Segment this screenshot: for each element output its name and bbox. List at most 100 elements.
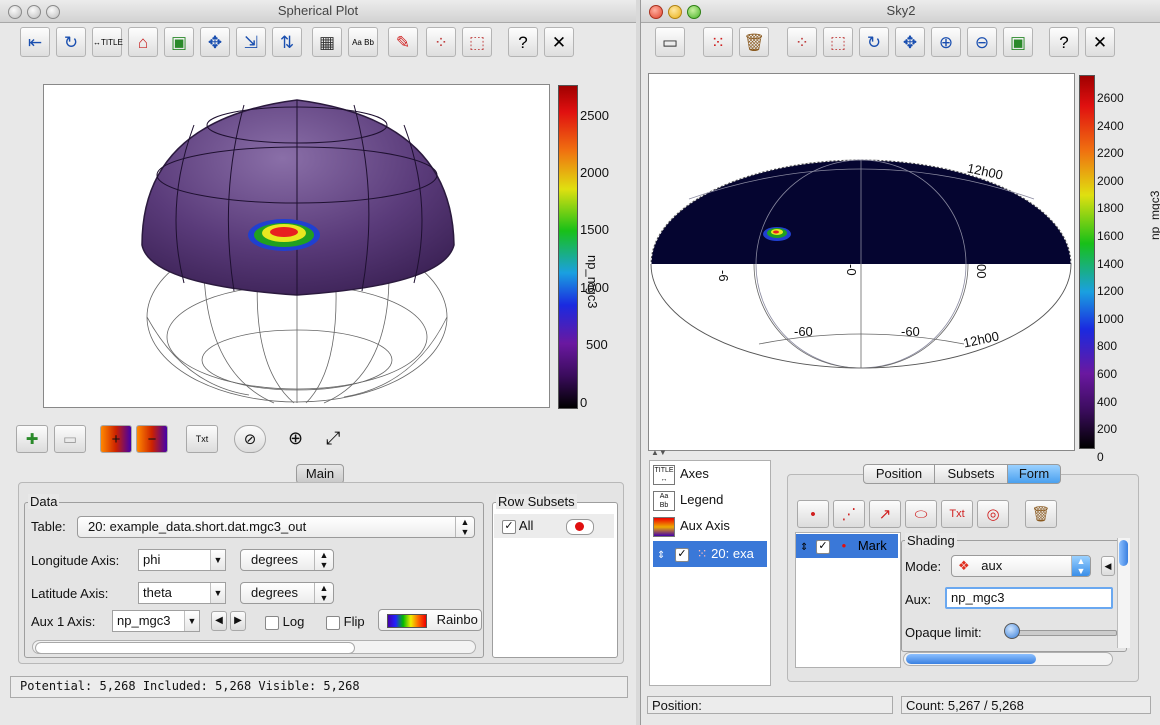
window-title: Sky2 <box>886 3 916 18</box>
tab-subsets[interactable]: Subsets <box>934 464 1008 484</box>
remove-aux-button[interactable]: − <box>136 425 168 453</box>
sphere-plot-area[interactable] <box>43 84 550 408</box>
subset-blob-icon[interactable]: ⁘ <box>787 27 817 57</box>
opaque-limit-slider[interactable] <box>1007 630 1117 636</box>
text-form-button[interactable]: Txt <box>941 500 973 528</box>
add-aux-button[interactable]: + <box>100 425 132 453</box>
sidebar-item-aux-axis[interactable]: Aux Axis <box>653 514 730 538</box>
longitude-combo[interactable]: phi ▼ <box>138 549 226 571</box>
zoom-out-icon[interactable]: ⊖ <box>967 27 997 57</box>
slider-thumb[interactable] <box>1004 623 1020 639</box>
layer-row-selected[interactable]: ⇕ ✓ ⁙ 20: exa <box>653 541 767 567</box>
measure-icon[interactable]: ⤢ <box>326 428 340 449</box>
subset-row-all[interactable]: ✓ All <box>494 514 614 538</box>
add-layer-button[interactable]: ✚ <box>16 425 48 453</box>
close-icon[interactable]: ✕ <box>544 27 574 57</box>
crosshair-icon[interactable]: ⊕ <box>288 428 303 449</box>
image-export-icon[interactable]: ▣ <box>164 27 194 57</box>
text-layer-button[interactable]: Txt <box>186 425 218 453</box>
scroll-thumb[interactable] <box>1119 540 1128 566</box>
mode-prev-button[interactable]: ◀ <box>1101 556 1115 576</box>
line-points-form-button[interactable]: ⋰ <box>833 500 865 528</box>
replot-icon[interactable]: ↻ <box>56 27 86 57</box>
subset-blob-icon[interactable]: ⁘ <box>426 27 456 57</box>
sky-plot-window: Sky2 ▭ ⁙ 🗑 ⁘ ⬚ ↻ ✥ ⊕ ⊖ ▣ ? ✕ 12h00 -60 -… <box>640 0 1160 725</box>
latitude-unit-select[interactable]: degrees ▲ ▼ <box>240 582 334 604</box>
log-checkbox[interactable]: Log <box>265 614 304 630</box>
close-window-button[interactable] <box>649 5 663 19</box>
colorbar-tick: 2600 <box>1097 91 1124 105</box>
remove-layer-button[interactable]: ▭ <box>54 425 86 453</box>
vector-form-button[interactable]: ↗ <box>869 500 901 528</box>
red-pencil-icon[interactable]: ✎ <box>388 27 418 57</box>
help-icon[interactable]: ? <box>1049 27 1079 57</box>
window-title: Spherical Plot <box>277 3 359 18</box>
shader-select[interactable]: Rainbo <box>378 609 482 631</box>
minimize-window-button[interactable] <box>668 5 682 19</box>
scatter-icon[interactable]: ⁙ <box>703 27 733 57</box>
aux-axis-combo[interactable]: np_mgc3 ▼ <box>112 610 200 632</box>
axis-label-mid-right: 00 <box>974 264 989 279</box>
red-dot-icon <box>575 522 584 531</box>
image-export-icon[interactable]: ▣ <box>1003 27 1033 57</box>
replot-icon[interactable]: ↻ <box>859 27 889 57</box>
axis-label-mid-center: -0 <box>844 264 859 276</box>
form-hscrollbar[interactable] <box>903 652 1113 666</box>
mark-checkbox[interactable]: ✓ <box>816 539 831 554</box>
zoom-in-icon[interactable]: ⊕ <box>931 27 961 57</box>
ellipse-form-button[interactable]: ⬭ <box>905 500 937 528</box>
minimize-window-button[interactable] <box>27 5 41 19</box>
position-readout: Position: <box>647 696 893 714</box>
colorbar-tick: 0 <box>580 395 588 410</box>
aux-prev-button[interactable]: ◀ <box>211 611 227 631</box>
frame-icon[interactable]: ⇤ <box>20 27 50 57</box>
tab-main[interactable]: Main <box>296 464 344 484</box>
contour-form-button[interactable]: ◎ <box>977 500 1009 528</box>
axes-labels-icon[interactable]: Aa Bb <box>348 27 378 57</box>
sky-plot-area[interactable]: 12h00 -60 -60 12h00 -6 -0 00 <box>648 73 1075 451</box>
help-icon[interactable]: ? <box>508 27 538 57</box>
aux-axis-value: np_mgc3 <box>117 613 171 628</box>
navigate-icon[interactable]: ✥ <box>895 27 925 57</box>
pdf-export-icon[interactable]: ⌂ <box>128 27 158 57</box>
trash-icon[interactable]: 🗑 <box>739 27 769 57</box>
scroll-thumb[interactable] <box>906 654 1036 664</box>
trash-icon[interactable]: 🗑 <box>1025 500 1057 528</box>
grid-icon[interactable]: ▦ <box>312 27 342 57</box>
axis-zoom-icon[interactable]: ⇅ <box>272 27 302 57</box>
scroll-thumb[interactable] <box>35 642 355 654</box>
fit-layer-button[interactable]: ⊘ <box>234 425 266 453</box>
zoom-window-button[interactable] <box>46 5 60 19</box>
table-select[interactable]: 20: example_data.short.dat.mgc3_out ▲ ▼ <box>77 516 475 538</box>
tab-position[interactable]: Position <box>863 464 935 484</box>
data-hscrollbar[interactable] <box>32 640 476 654</box>
layer-checkbox[interactable]: ✓ <box>675 547 690 562</box>
subset-polygon-icon[interactable]: ⬚ <box>462 27 492 57</box>
mark-row[interactable]: ⇕ ✓ • Mark <box>796 534 898 558</box>
mode-select[interactable]: ❖ aux ▲ ▼ <box>951 555 1091 577</box>
aux-input[interactable]: np_mgc3 <box>945 587 1113 609</box>
latitude-combo[interactable]: theta ▼ <box>138 582 226 604</box>
flip-checkbox[interactable]: Flip <box>326 614 365 630</box>
sidebar-item-axes[interactable]: TITLE ↔ Axes <box>653 462 709 486</box>
all-checkbox[interactable]: ✓ <box>502 519 516 534</box>
window-icon[interactable]: ▭ <box>655 27 685 57</box>
navigate-icon[interactable]: ✥ <box>200 27 230 57</box>
axis-limits-icon[interactable]: ↔TITLE <box>92 27 123 57</box>
form-vscrollbar[interactable] <box>1117 538 1130 648</box>
dropdown-arrow-icon: ▼ <box>184 611 199 631</box>
axis-flip-icon[interactable]: ⇲ <box>236 27 266 57</box>
sidebar-item-legend[interactable]: Aa Bb Legend <box>653 488 723 512</box>
status-text: Potential: 5,268 Included: 5,268 Visible… <box>20 679 360 693</box>
mark-form-button[interactable]: • <box>797 500 829 528</box>
longitude-unit-select[interactable]: degrees ▲ ▼ <box>240 549 334 571</box>
axis-label-minus60-right: -60 <box>901 324 920 339</box>
split-arrows-icon[interactable]: ▲▼ <box>651 448 667 457</box>
close-window-button[interactable] <box>8 5 22 19</box>
subset-polygon-icon[interactable]: ⬚ <box>823 27 853 57</box>
colorbar-tick: 2000 <box>580 165 609 180</box>
zoom-window-button[interactable] <box>687 5 701 19</box>
aux-next-button[interactable]: ▶ <box>230 611 246 631</box>
tab-form[interactable]: Form <box>1007 464 1061 484</box>
close-icon[interactable]: ✕ <box>1085 27 1115 57</box>
